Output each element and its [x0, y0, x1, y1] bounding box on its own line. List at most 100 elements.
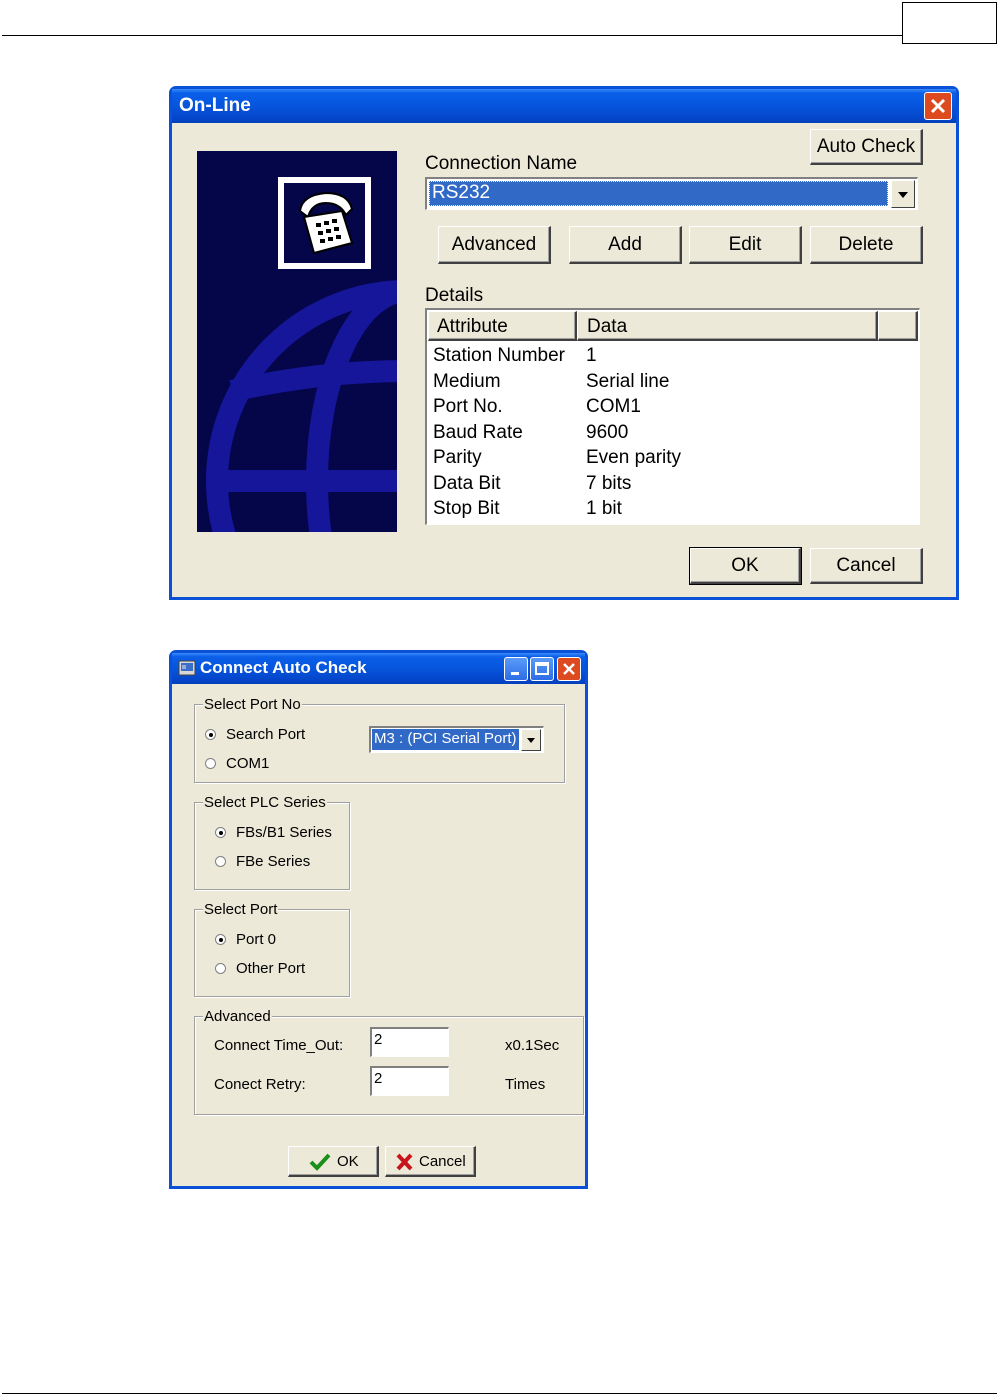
- search-port-radio-circle: [205, 729, 216, 740]
- edit-label: Edit: [728, 234, 762, 255]
- list-item[interactable]: Medium Serial line: [427, 369, 917, 394]
- advanced-label: Advanced: [451, 234, 537, 255]
- select-plc-series-group: Select PLC Series FBs/B1 Series FBe Seri…: [194, 794, 350, 890]
- details-list[interactable]: Attribute Data Station Number 1 Medium S…: [425, 308, 920, 525]
- close-button[interactable]: [924, 92, 952, 120]
- row-attribute: Baud Rate: [433, 422, 523, 443]
- search-port-label: Search Port: [226, 726, 306, 743]
- connection-name-value: RS232: [432, 182, 491, 203]
- footer-rule: [2, 1393, 997, 1394]
- com1-radio[interactable]: COM1: [205, 754, 305, 774]
- app-icon: [178, 660, 196, 676]
- maximize-icon: [535, 662, 549, 675]
- port0-radio-circle: [215, 934, 226, 945]
- fbs-b1-series-radio-circle: [215, 827, 226, 838]
- cancel-button[interactable]: Cancel: [810, 548, 923, 584]
- fbs-b1-series-radio[interactable]: FBs/B1 Series: [215, 823, 345, 843]
- com1-radio-circle: [205, 758, 216, 769]
- column-header-attribute-label: Attribute: [437, 316, 508, 337]
- search-port-radio[interactable]: Search Port: [205, 725, 335, 745]
- auto-check-button[interactable]: Auto Check: [810, 129, 923, 165]
- close-icon: [563, 663, 575, 675]
- delete-label: Delete: [838, 234, 894, 255]
- fbe-series-label: FBe Series: [236, 853, 311, 870]
- x-icon: [396, 1153, 413, 1171]
- row-attribute: Data Bit: [433, 473, 501, 494]
- column-header-filler: [878, 311, 918, 341]
- row-data: Even parity: [586, 447, 682, 468]
- auto-check-ok-label: OK: [337, 1153, 359, 1170]
- row-attribute: Medium: [433, 371, 501, 392]
- list-item[interactable]: Port No. COM1: [427, 394, 917, 419]
- minimize-button[interactable]: [504, 657, 528, 681]
- fbe-series-radio[interactable]: FBe Series: [215, 852, 345, 872]
- column-header-attribute[interactable]: Attribute: [428, 311, 577, 341]
- online-title: On-Line: [179, 95, 251, 116]
- close-button[interactable]: [557, 657, 581, 681]
- select-port-no-group: Select Port No Search Port COM1 M3 : (PC…: [194, 696, 565, 783]
- close-icon: [930, 98, 946, 114]
- list-item[interactable]: Station Number 1: [427, 343, 917, 368]
- cancel-label: Cancel: [836, 555, 896, 576]
- column-header-data-label: Data: [587, 316, 628, 337]
- list-item[interactable]: Data Bit 7 bits: [427, 471, 917, 496]
- connection-name-label: Connection Name: [425, 153, 578, 174]
- retry-value: 2: [374, 1070, 383, 1087]
- list-item[interactable]: Baud Rate 9600: [427, 420, 917, 445]
- select-port-no-title: Select Port No: [203, 696, 302, 713]
- ok-button[interactable]: OK: [689, 547, 802, 585]
- advanced-title: Advanced: [203, 1008, 272, 1025]
- auto-check-title: Connect Auto Check: [200, 658, 367, 677]
- edit-button[interactable]: Edit: [689, 226, 802, 264]
- advanced-group: Advanced Connect Time_Out: 2 x0.1Sec Con…: [194, 1008, 584, 1115]
- fbs-b1-series-label: FBs/B1 Series: [236, 824, 332, 841]
- fbe-series-radio-circle: [215, 856, 226, 867]
- auto-check-cancel-label: Cancel: [419, 1153, 466, 1170]
- port0-radio[interactable]: Port 0: [215, 930, 345, 950]
- auto-check-dialog: Connect Auto Check Select Port No Search…: [169, 650, 588, 1189]
- dropdown-arrow-icon: [527, 738, 535, 743]
- row-data: 9600: [586, 422, 629, 443]
- timeout-label: Connect Time_Out:: [214, 1037, 344, 1054]
- page-number-box: [902, 2, 997, 44]
- auto-check-titlebar[interactable]: Connect Auto Check: [172, 653, 585, 684]
- row-data: 7 bits: [586, 473, 632, 494]
- timeout-value: 2: [374, 1031, 383, 1048]
- port-combo-value: M3 : (PCI Serial Port): [374, 730, 517, 747]
- row-data: 1 bit: [586, 498, 622, 519]
- retry-unit: Times: [505, 1076, 546, 1093]
- other-port-label: Other Port: [236, 960, 306, 977]
- list-item[interactable]: Parity Even parity: [427, 445, 917, 470]
- add-label: Add: [608, 234, 642, 255]
- row-attribute: Parity: [433, 447, 482, 468]
- other-port-radio[interactable]: Other Port: [215, 959, 345, 979]
- connection-name-value-box: RS232: [429, 181, 888, 206]
- ok-label: OK: [731, 555, 759, 576]
- port-combo-dropdown-button[interactable]: [521, 729, 541, 751]
- delete-button[interactable]: Delete: [810, 226, 923, 264]
- com1-label: COM1: [226, 755, 270, 772]
- auto-check-cancel-button[interactable]: Cancel: [385, 1146, 476, 1177]
- select-port-group: Select Port Port 0 Other Port: [194, 901, 350, 997]
- auto-check-ok-button[interactable]: OK: [288, 1146, 379, 1177]
- row-attribute: Stop Bit: [433, 498, 500, 519]
- connection-name-combo[interactable]: RS232: [425, 177, 918, 210]
- port0-label: Port 0: [236, 931, 277, 948]
- dropdown-arrow-icon: [898, 192, 908, 198]
- advanced-button[interactable]: Advanced: [438, 226, 551, 264]
- port-combo[interactable]: M3 : (PCI Serial Port): [369, 726, 544, 753]
- timeout-unit: x0.1Sec: [505, 1037, 560, 1054]
- select-plc-series-title: Select PLC Series: [203, 794, 327, 811]
- row-attribute: Port No.: [433, 396, 503, 417]
- timeout-input[interactable]: 2: [370, 1027, 449, 1057]
- retry-input[interactable]: 2: [370, 1066, 449, 1096]
- list-item[interactable]: Stop Bit 1 bit: [427, 496, 917, 521]
- column-header-data[interactable]: Data: [577, 311, 878, 341]
- details-label: Details: [425, 285, 484, 306]
- other-port-radio-circle: [215, 963, 226, 974]
- connection-name-dropdown-button[interactable]: [891, 180, 915, 208]
- maximize-button[interactable]: [530, 657, 554, 681]
- online-titlebar[interactable]: On-Line: [172, 89, 956, 123]
- telephone-icon: [278, 177, 371, 269]
- add-button[interactable]: Add: [569, 226, 682, 264]
